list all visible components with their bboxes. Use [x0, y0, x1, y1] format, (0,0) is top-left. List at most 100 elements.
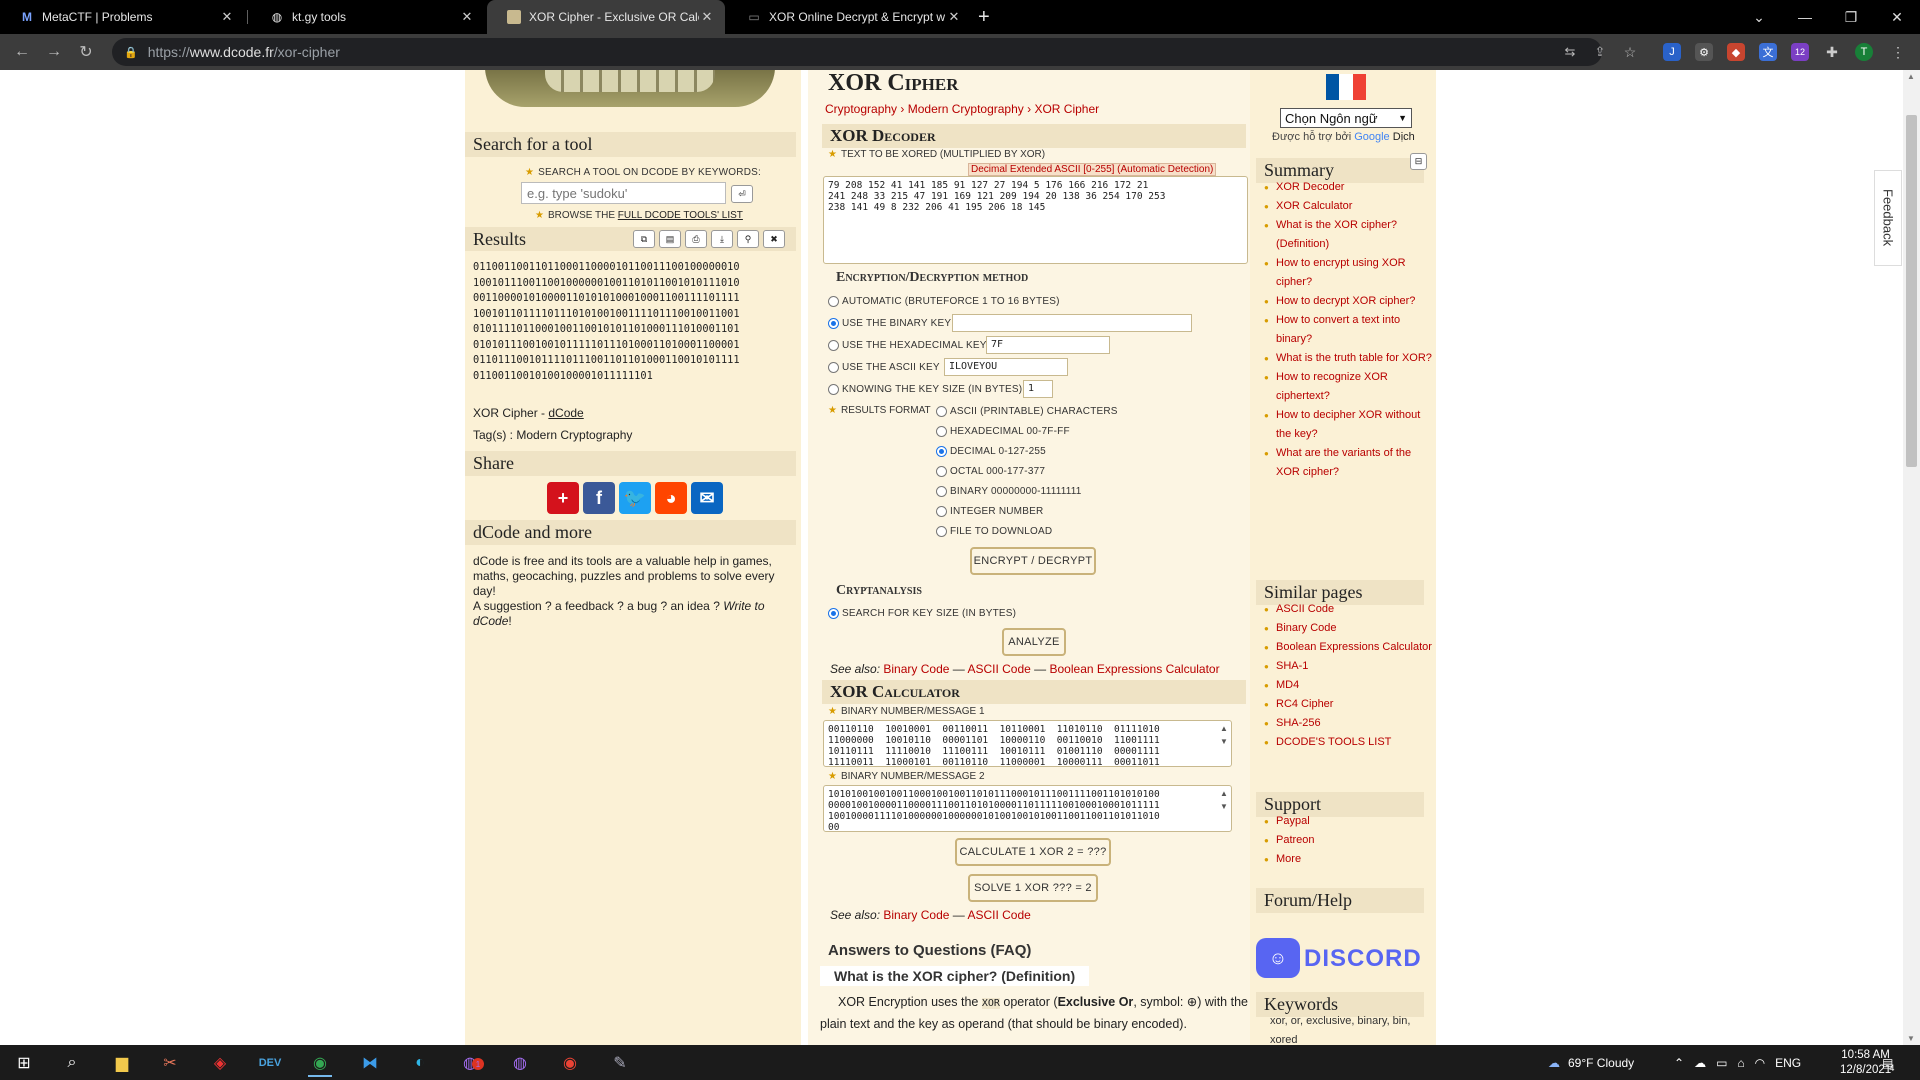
- bookmark-star-icon[interactable]: ☆: [1618, 40, 1642, 64]
- addthis-plus-icon[interactable]: +: [547, 482, 579, 514]
- method-key-size[interactable]: KNOWING THE KEY SIZE (IN BYTES): [828, 384, 1022, 395]
- summary-item[interactable]: XOR Decoder: [1262, 178, 1434, 197]
- radio-format-octal[interactable]: [936, 466, 947, 477]
- restore-icon[interactable]: ❐: [1828, 0, 1874, 34]
- burp-suite-icon[interactable]: ◈: [200, 1048, 240, 1077]
- binary-key-input[interactable]: [952, 314, 1192, 332]
- method-ascii-key[interactable]: USE THE ASCII KEY: [828, 362, 940, 373]
- messenger-icon[interactable]: ◍ 1: [450, 1048, 490, 1077]
- summary-item[interactable]: What are the variants of the XOR cipher?: [1262, 444, 1434, 482]
- twitter-icon[interactable]: 🐦: [619, 482, 651, 514]
- radio-format-binary[interactable]: [936, 486, 947, 497]
- network-icon[interactable]: ⌂: [1737, 1056, 1744, 1070]
- chrome-profile-icon[interactable]: ◉: [550, 1048, 590, 1077]
- radio-binary-key[interactable]: [828, 318, 839, 329]
- close-icon[interactable]: ✕: [219, 9, 235, 25]
- format-decimal[interactable]: DECIMAL 0-127-255: [936, 446, 1046, 457]
- download-icon[interactable]: ⤓: [711, 230, 733, 248]
- format-ascii[interactable]: ASCII (PRINTABLE) CHARACTERS: [936, 406, 1118, 417]
- facebook-icon[interactable]: f: [583, 482, 615, 514]
- format-file[interactable]: FILE TO DOWNLOAD: [936, 526, 1052, 537]
- messenger-group-icon[interactable]: ◍: [500, 1048, 540, 1077]
- tab-xor-cipher[interactable]: XOR Cipher - Exclusive OR Calcul ✕: [487, 0, 725, 34]
- summary-item[interactable]: How to decipher XOR without the key?: [1262, 406, 1434, 444]
- radio-automatic[interactable]: [828, 296, 839, 307]
- email-icon[interactable]: ✉: [691, 482, 723, 514]
- reload-icon[interactable]: ↻: [74, 40, 98, 64]
- paint-icon[interactable]: ✎: [600, 1048, 640, 1077]
- weather-widget[interactable]: ☁ 69°F Cloudy: [1548, 1045, 1634, 1080]
- message1-scrollbar[interactable]: ▲ ▼: [1220, 722, 1228, 748]
- format-octal[interactable]: OCTAL 000-177-377: [936, 466, 1045, 477]
- similar-item[interactable]: MD4: [1262, 676, 1434, 695]
- summary-item[interactable]: How to convert a text into binary?: [1262, 311, 1434, 349]
- summary-item[interactable]: What is the XOR cipher? (Definition): [1262, 216, 1434, 254]
- breadcrumb-xor-cipher[interactable]: XOR Cipher: [1034, 102, 1099, 116]
- message2-textarea[interactable]: 1010100100100110001001001101011100010111…: [823, 785, 1232, 832]
- extension-translate-icon[interactable]: 文: [1759, 43, 1777, 61]
- see-also-ascii-code[interactable]: ASCII Code: [967, 662, 1030, 676]
- similar-item[interactable]: Boolean Expressions Calculator: [1262, 638, 1434, 657]
- analyze-button[interactable]: ANALYZE: [1002, 628, 1066, 656]
- discord-wordmark[interactable]: DISCORD: [1304, 945, 1422, 973]
- close-icon[interactable]: ✕: [699, 9, 715, 25]
- scroll-down-icon[interactable]: ▼: [1907, 1034, 1915, 1043]
- copy-icon[interactable]: ⧉: [633, 230, 655, 248]
- see-also-binary-code[interactable]: Binary Code: [883, 908, 949, 922]
- method-hex-key[interactable]: USE THE HEXADECIMAL KEY: [828, 340, 987, 351]
- notification-center-icon[interactable]: ▤ 4: [1882, 1045, 1894, 1080]
- message2-scrollbar[interactable]: ▲ ▼: [1220, 787, 1228, 813]
- close-icon[interactable]: ✕: [946, 9, 962, 25]
- radio-format-decimal[interactable]: [936, 446, 947, 457]
- back-icon[interactable]: ←: [10, 40, 34, 64]
- extensions-puzzle-icon[interactable]: ✚: [1823, 43, 1841, 61]
- similar-item[interactable]: SHA-1: [1262, 657, 1434, 676]
- close-icon[interactable]: ✕: [459, 9, 475, 25]
- discord-logo-icon[interactable]: ☺: [1256, 938, 1300, 978]
- encrypt-decrypt-button[interactable]: ENCRYPT / DECRYPT: [970, 547, 1096, 575]
- extension-burp-icon[interactable]: ◆: [1727, 43, 1745, 61]
- calculate-xor-button[interactable]: CALCULATE 1 XOR 2 = ???: [955, 838, 1111, 866]
- message1-textarea[interactable]: 00110110 10010001 00110011 10110001 1101…: [823, 720, 1232, 767]
- clipboard-icon[interactable]: ▤: [659, 230, 681, 248]
- feedback-tab[interactable]: Feedback: [1874, 170, 1902, 266]
- support-item[interactable]: More: [1262, 850, 1434, 869]
- windows-start-icon[interactable]: ⊞: [4, 1048, 44, 1077]
- similar-item[interactable]: RC4 Cipher: [1262, 695, 1434, 714]
- ascii-key-input[interactable]: ILOVEYOU: [944, 358, 1068, 376]
- extension-badge-icon[interactable]: 12: [1791, 43, 1809, 61]
- chrome-icon[interactable]: ◉: [300, 1048, 340, 1077]
- address-bar[interactable]: 🔒 https://www.dcode.fr/xor-cipher: [112, 38, 1602, 66]
- see-also-binary-code[interactable]: Binary Code: [883, 662, 949, 676]
- dev-app-icon[interactable]: DEV: [250, 1048, 290, 1077]
- reddit-icon[interactable]: ◕: [655, 482, 687, 514]
- similar-item[interactable]: ASCII Code: [1262, 600, 1434, 619]
- search-input[interactable]: [521, 182, 726, 204]
- share-icon[interactable]: ⇪: [1588, 40, 1612, 64]
- see-also-ascii-code[interactable]: ASCII Code: [967, 908, 1030, 922]
- breadcrumb-cryptography[interactable]: Cryptography: [825, 102, 897, 116]
- dcode-link[interactable]: dCode: [548, 406, 583, 420]
- search-icon[interactable]: ⌕: [52, 1048, 92, 1077]
- text-to-xor-textarea[interactable]: 79 208 152 41 141 185 91 127 27 194 5 17…: [823, 176, 1248, 264]
- radio-search-key-size[interactable]: [828, 608, 839, 619]
- radio-format-hex[interactable]: [936, 426, 947, 437]
- summary-item[interactable]: What is the truth table for XOR?: [1262, 349, 1434, 368]
- similar-item[interactable]: DCODE'S TOOLS LIST: [1262, 733, 1434, 752]
- summary-item[interactable]: How to recognize XOR ciphertext?: [1262, 368, 1434, 406]
- radio-format-integer[interactable]: [936, 506, 947, 517]
- similar-item[interactable]: Binary Code: [1262, 619, 1434, 638]
- vscode-icon[interactable]: ⧓: [350, 1048, 390, 1077]
- onedrive-icon[interactable]: ☁: [1694, 1056, 1706, 1070]
- key-size-input[interactable]: 1: [1023, 380, 1053, 398]
- edge-icon[interactable]: ◐: [400, 1048, 440, 1077]
- wifi-icon[interactable]: ◠: [1755, 1056, 1765, 1070]
- print-icon[interactable]: ⎙: [685, 230, 707, 248]
- support-item[interactable]: Paypal: [1262, 812, 1434, 831]
- pin-icon[interactable]: ⚲: [737, 230, 759, 248]
- radio-hex-key[interactable]: [828, 340, 839, 351]
- clear-icon[interactable]: ✖: [763, 230, 785, 248]
- breadcrumb-modern-cryptography[interactable]: Modern Cryptography: [908, 102, 1024, 116]
- minimize-icon[interactable]: —: [1782, 0, 1828, 34]
- window-close-icon[interactable]: ✕: [1874, 0, 1920, 34]
